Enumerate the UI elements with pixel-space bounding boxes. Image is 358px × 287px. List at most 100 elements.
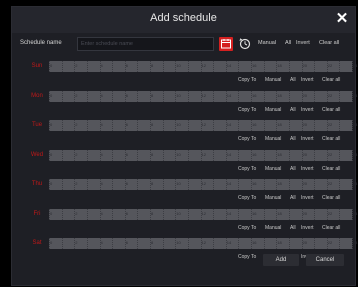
invert-all-days-link[interactable]: Invert — [296, 40, 310, 46]
hour-tick — [238, 149, 240, 161]
hour-tick — [263, 149, 265, 161]
hour-label: 14 — [226, 151, 232, 157]
dialog-title: Add schedule — [150, 12, 217, 24]
hour-label: 8 — [151, 240, 154, 245]
clear-all-link[interactable]: Clear all — [322, 107, 340, 113]
hour-label: 4 — [100, 210, 103, 216]
manual-link[interactable]: Manual — [265, 195, 281, 201]
hour-label: 4 — [100, 151, 103, 157]
hour-tick — [238, 179, 240, 190]
calendar-icon[interactable] — [219, 37, 233, 51]
hour-label: 10 — [176, 151, 181, 157]
manual-link[interactable]: Manual — [265, 107, 281, 113]
all-link[interactable]: All — [290, 107, 296, 113]
hour-tick — [288, 61, 290, 72]
day-label: Tue — [31, 122, 43, 128]
clear-all-link[interactable]: Clear all — [322, 136, 340, 142]
day-row: Mon 0 2 4 6 8 10 12 14 16 18 20 22 24 Copy To Manual All… — [12, 87, 357, 117]
copy-to-link[interactable]: Copy To — [238, 166, 256, 172]
clear-all-link[interactable]: Clear all — [322, 225, 340, 231]
hour-label: 12 — [201, 210, 206, 216]
hour-tick — [314, 208, 316, 220]
hour-label: 20 — [302, 122, 307, 127]
invert-link[interactable]: Invert — [301, 107, 314, 113]
hour-tick — [162, 120, 164, 131]
hour-label: 18 — [277, 210, 282, 216]
clear-all-link[interactable]: Clear all — [322, 195, 340, 201]
hour-tick — [162, 61, 164, 72]
day-row: Fri 0 2 4 6 8 10 12 14 16 18 20 22 24 Copy To Manual All… — [12, 205, 357, 235]
hour-label: 22 — [327, 63, 333, 68]
hour-tick — [86, 238, 88, 249]
hour-label: 24 — [353, 210, 358, 216]
hour-label: 0 — [50, 210, 53, 216]
manual-link[interactable]: Manual — [265, 136, 281, 142]
hour-label: 18 — [277, 92, 282, 98]
hour-label: 10 — [176, 240, 181, 245]
copy-to-link[interactable]: Copy To — [238, 225, 256, 231]
copy-to-link[interactable]: Copy To — [238, 136, 256, 142]
day-row: Wed 0 2 4 6 8 10 12 14 16 18 20 22 24 Copy To Manual All… — [12, 146, 357, 176]
all-days-link[interactable]: All — [285, 40, 291, 46]
invert-link[interactable]: Invert — [301, 225, 314, 231]
hour-label: 6 — [125, 240, 128, 245]
copy-to-link[interactable]: Copy To — [238, 254, 256, 260]
day-timeline-bar[interactable]: 0 2 4 6 8 10 12 14 16 18 20 22 24 — [49, 208, 357, 220]
all-link[interactable]: All — [290, 136, 296, 142]
clock-icon[interactable] — [238, 37, 252, 51]
copy-to-link[interactable]: Copy To — [238, 77, 256, 83]
hour-tick — [263, 208, 265, 220]
day-timeline-bar[interactable]: 0 2 4 6 8 10 12 14 16 18 20 22 24 — [49, 90, 357, 102]
invert-link[interactable]: Invert — [301, 166, 314, 172]
hour-label: 12 — [201, 181, 206, 186]
hour-tick — [61, 238, 63, 249]
day-row: Tue 0 2 4 6 8 10 12 14 16 18 20 22 24 Copy To Manual All… — [12, 116, 357, 146]
hour-tick — [314, 61, 316, 72]
invert-link[interactable]: Invert — [301, 136, 314, 142]
hour-label: 6 — [125, 210, 128, 216]
all-link[interactable]: All — [290, 166, 296, 172]
hour-tick — [86, 90, 88, 102]
hour-tick — [61, 208, 63, 220]
manual-link[interactable]: Manual — [265, 77, 281, 83]
hour-label: 14 — [226, 63, 232, 68]
all-link[interactable]: All — [290, 77, 296, 83]
invert-link[interactable]: Invert — [301, 77, 314, 83]
all-link[interactable]: All — [290, 195, 296, 201]
day-timeline-bar[interactable]: 0 2 4 6 8 10 12 14 16 18 20 22 24 — [49, 61, 357, 72]
hour-label: 14 — [226, 92, 232, 98]
day-timeline-bar[interactable]: 0 2 4 6 8 10 12 14 16 18 20 22 24 — [49, 149, 357, 161]
manual-link[interactable]: Manual — [265, 166, 281, 172]
hour-tick — [187, 61, 189, 72]
hour-tick — [162, 208, 164, 220]
day-timeline-bar[interactable]: 0 2 4 6 8 10 12 14 16 18 20 22 24 — [49, 120, 357, 131]
day-timeline-bar[interactable]: 0 2 4 6 8 10 12 14 16 18 20 22 24 — [49, 179, 357, 190]
hour-tick — [137, 61, 139, 72]
hour-label: 22 — [327, 151, 333, 157]
manual-link[interactable]: Manual — [265, 225, 281, 231]
schedule-name-input[interactable] — [77, 37, 214, 51]
day-timeline-bar[interactable]: 0 2 4 6 8 10 12 14 16 18 20 22 24 — [49, 238, 357, 249]
hour-label: 6 — [125, 122, 128, 127]
invert-link[interactable]: Invert — [301, 195, 314, 201]
hour-tick — [61, 90, 63, 102]
cancel-button[interactable]: Cancel — [306, 254, 344, 266]
hour-label: 24 — [353, 240, 358, 245]
all-link[interactable]: All — [290, 225, 296, 231]
clear-all-link[interactable]: Clear all — [322, 166, 340, 172]
add-button[interactable]: Add — [263, 254, 299, 266]
hour-tick — [213, 149, 215, 161]
add-schedule-dialog: Add schedule ✕ Schedule name Manual All … — [11, 6, 357, 286]
manual-all-days-link[interactable]: Manual — [258, 40, 276, 46]
clear-all-days-link[interactable]: Clear all — [319, 40, 339, 46]
hour-label: 14 — [226, 240, 232, 245]
hour-label: 0 — [50, 122, 53, 127]
copy-to-link[interactable]: Copy To — [238, 107, 256, 113]
hour-label: 20 — [302, 181, 307, 186]
hour-label: 16 — [252, 151, 257, 157]
close-icon[interactable]: ✕ — [334, 9, 350, 29]
copy-to-link[interactable]: Copy To — [238, 195, 256, 201]
clear-all-link[interactable]: Clear all — [322, 77, 340, 83]
day-label: Thu — [31, 181, 43, 187]
hour-label: 4 — [100, 92, 103, 98]
